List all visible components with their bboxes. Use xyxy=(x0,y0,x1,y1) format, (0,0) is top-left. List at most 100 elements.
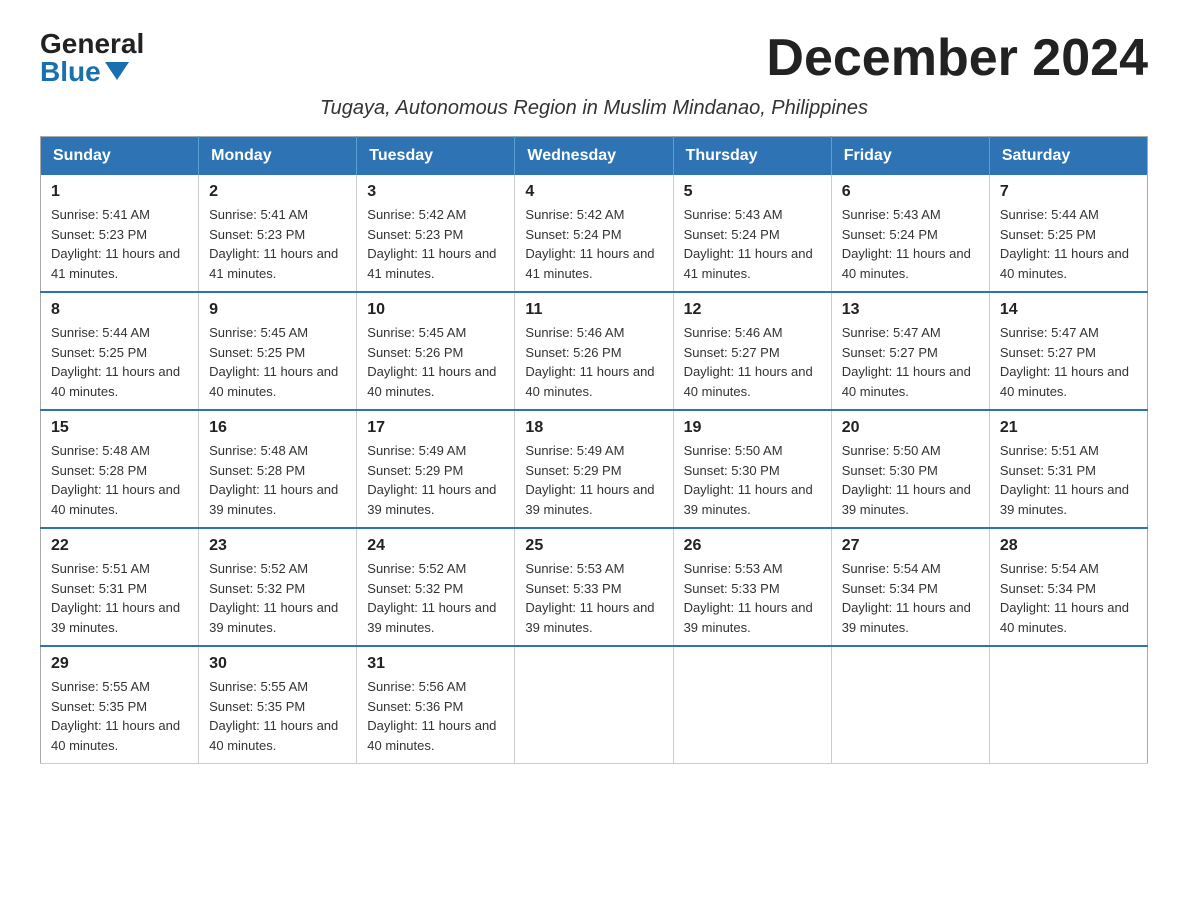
day-number: 8 xyxy=(51,301,188,319)
day-number: 23 xyxy=(209,537,346,555)
day-number: 18 xyxy=(525,419,662,437)
day-info: Sunrise: 5:44 AM Sunset: 5:25 PM Dayligh… xyxy=(1000,205,1137,283)
calendar-cell: 19 Sunrise: 5:50 AM Sunset: 5:30 PM Dayl… xyxy=(673,410,831,528)
calendar-header-wednesday: Wednesday xyxy=(515,137,673,176)
day-info: Sunrise: 5:50 AM Sunset: 5:30 PM Dayligh… xyxy=(684,441,821,519)
day-info: Sunrise: 5:43 AM Sunset: 5:24 PM Dayligh… xyxy=(684,205,821,283)
calendar-cell: 21 Sunrise: 5:51 AM Sunset: 5:31 PM Dayl… xyxy=(989,410,1147,528)
calendar-table: SundayMondayTuesdayWednesdayThursdayFrid… xyxy=(40,136,1148,764)
day-info: Sunrise: 5:41 AM Sunset: 5:23 PM Dayligh… xyxy=(209,205,346,283)
calendar-cell: 15 Sunrise: 5:48 AM Sunset: 5:28 PM Dayl… xyxy=(41,410,199,528)
calendar-week-row: 15 Sunrise: 5:48 AM Sunset: 5:28 PM Dayl… xyxy=(41,410,1148,528)
day-number: 29 xyxy=(51,655,188,673)
calendar-cell: 14 Sunrise: 5:47 AM Sunset: 5:27 PM Dayl… xyxy=(989,292,1147,410)
calendar-week-row: 22 Sunrise: 5:51 AM Sunset: 5:31 PM Dayl… xyxy=(41,528,1148,646)
day-number: 24 xyxy=(367,537,504,555)
calendar-cell: 8 Sunrise: 5:44 AM Sunset: 5:25 PM Dayli… xyxy=(41,292,199,410)
day-number: 14 xyxy=(1000,301,1137,319)
calendar-cell: 26 Sunrise: 5:53 AM Sunset: 5:33 PM Dayl… xyxy=(673,528,831,646)
day-info: Sunrise: 5:55 AM Sunset: 5:35 PM Dayligh… xyxy=(51,677,188,755)
day-number: 21 xyxy=(1000,419,1137,437)
calendar-cell xyxy=(989,646,1147,764)
page-header: General Blue December 2024 xyxy=(40,30,1148,87)
day-info: Sunrise: 5:53 AM Sunset: 5:33 PM Dayligh… xyxy=(684,559,821,637)
logo: General Blue xyxy=(40,30,144,86)
logo-general-text: General xyxy=(40,30,144,58)
page-title: December 2024 xyxy=(766,30,1148,87)
calendar-week-row: 29 Sunrise: 5:55 AM Sunset: 5:35 PM Dayl… xyxy=(41,646,1148,764)
calendar-cell: 18 Sunrise: 5:49 AM Sunset: 5:29 PM Dayl… xyxy=(515,410,673,528)
calendar-header-monday: Monday xyxy=(199,137,357,176)
calendar-cell: 29 Sunrise: 5:55 AM Sunset: 5:35 PM Dayl… xyxy=(41,646,199,764)
logo-triangle-icon xyxy=(105,62,129,80)
day-number: 4 xyxy=(525,183,662,201)
calendar-cell: 22 Sunrise: 5:51 AM Sunset: 5:31 PM Dayl… xyxy=(41,528,199,646)
calendar-cell: 10 Sunrise: 5:45 AM Sunset: 5:26 PM Dayl… xyxy=(357,292,515,410)
day-number: 25 xyxy=(525,537,662,555)
day-number: 22 xyxy=(51,537,188,555)
calendar-cell: 16 Sunrise: 5:48 AM Sunset: 5:28 PM Dayl… xyxy=(199,410,357,528)
day-number: 6 xyxy=(842,183,979,201)
calendar-cell: 20 Sunrise: 5:50 AM Sunset: 5:30 PM Dayl… xyxy=(831,410,989,528)
calendar-cell: 31 Sunrise: 5:56 AM Sunset: 5:36 PM Dayl… xyxy=(357,646,515,764)
day-info: Sunrise: 5:45 AM Sunset: 5:26 PM Dayligh… xyxy=(367,323,504,401)
day-info: Sunrise: 5:51 AM Sunset: 5:31 PM Dayligh… xyxy=(51,559,188,637)
day-number: 16 xyxy=(209,419,346,437)
day-number: 11 xyxy=(525,301,662,319)
day-info: Sunrise: 5:46 AM Sunset: 5:27 PM Dayligh… xyxy=(684,323,821,401)
day-info: Sunrise: 5:47 AM Sunset: 5:27 PM Dayligh… xyxy=(1000,323,1137,401)
day-number: 17 xyxy=(367,419,504,437)
calendar-cell: 23 Sunrise: 5:52 AM Sunset: 5:32 PM Dayl… xyxy=(199,528,357,646)
day-info: Sunrise: 5:55 AM Sunset: 5:35 PM Dayligh… xyxy=(209,677,346,755)
day-info: Sunrise: 5:56 AM Sunset: 5:36 PM Dayligh… xyxy=(367,677,504,755)
calendar-cell xyxy=(515,646,673,764)
day-info: Sunrise: 5:49 AM Sunset: 5:29 PM Dayligh… xyxy=(367,441,504,519)
calendar-cell: 27 Sunrise: 5:54 AM Sunset: 5:34 PM Dayl… xyxy=(831,528,989,646)
day-info: Sunrise: 5:51 AM Sunset: 5:31 PM Dayligh… xyxy=(1000,441,1137,519)
calendar-header-friday: Friday xyxy=(831,137,989,176)
day-info: Sunrise: 5:54 AM Sunset: 5:34 PM Dayligh… xyxy=(842,559,979,637)
calendar-week-row: 1 Sunrise: 5:41 AM Sunset: 5:23 PM Dayli… xyxy=(41,175,1148,292)
day-number: 19 xyxy=(684,419,821,437)
day-info: Sunrise: 5:46 AM Sunset: 5:26 PM Dayligh… xyxy=(525,323,662,401)
calendar-cell: 4 Sunrise: 5:42 AM Sunset: 5:24 PM Dayli… xyxy=(515,175,673,292)
day-number: 7 xyxy=(1000,183,1137,201)
day-number: 15 xyxy=(51,419,188,437)
day-info: Sunrise: 5:43 AM Sunset: 5:24 PM Dayligh… xyxy=(842,205,979,283)
day-info: Sunrise: 5:42 AM Sunset: 5:23 PM Dayligh… xyxy=(367,205,504,283)
calendar-cell: 28 Sunrise: 5:54 AM Sunset: 5:34 PM Dayl… xyxy=(989,528,1147,646)
calendar-cell: 5 Sunrise: 5:43 AM Sunset: 5:24 PM Dayli… xyxy=(673,175,831,292)
calendar-week-row: 8 Sunrise: 5:44 AM Sunset: 5:25 PM Dayli… xyxy=(41,292,1148,410)
calendar-cell xyxy=(831,646,989,764)
calendar-header-tuesday: Tuesday xyxy=(357,137,515,176)
calendar-cell: 30 Sunrise: 5:55 AM Sunset: 5:35 PM Dayl… xyxy=(199,646,357,764)
calendar-cell: 7 Sunrise: 5:44 AM Sunset: 5:25 PM Dayli… xyxy=(989,175,1147,292)
day-number: 31 xyxy=(367,655,504,673)
calendar-cell: 2 Sunrise: 5:41 AM Sunset: 5:23 PM Dayli… xyxy=(199,175,357,292)
day-info: Sunrise: 5:52 AM Sunset: 5:32 PM Dayligh… xyxy=(209,559,346,637)
day-number: 12 xyxy=(684,301,821,319)
calendar-cell: 12 Sunrise: 5:46 AM Sunset: 5:27 PM Dayl… xyxy=(673,292,831,410)
day-info: Sunrise: 5:48 AM Sunset: 5:28 PM Dayligh… xyxy=(51,441,188,519)
calendar-header-sunday: Sunday xyxy=(41,137,199,176)
day-info: Sunrise: 5:52 AM Sunset: 5:32 PM Dayligh… xyxy=(367,559,504,637)
calendar-cell: 6 Sunrise: 5:43 AM Sunset: 5:24 PM Dayli… xyxy=(831,175,989,292)
calendar-cell: 1 Sunrise: 5:41 AM Sunset: 5:23 PM Dayli… xyxy=(41,175,199,292)
calendar-cell: 9 Sunrise: 5:45 AM Sunset: 5:25 PM Dayli… xyxy=(199,292,357,410)
day-info: Sunrise: 5:44 AM Sunset: 5:25 PM Dayligh… xyxy=(51,323,188,401)
calendar-cell xyxy=(673,646,831,764)
day-number: 1 xyxy=(51,183,188,201)
day-number: 20 xyxy=(842,419,979,437)
calendar-cell: 17 Sunrise: 5:49 AM Sunset: 5:29 PM Dayl… xyxy=(357,410,515,528)
subtitle: Tugaya, Autonomous Region in Muslim Mind… xyxy=(40,97,1148,120)
calendar-cell: 24 Sunrise: 5:52 AM Sunset: 5:32 PM Dayl… xyxy=(357,528,515,646)
day-number: 30 xyxy=(209,655,346,673)
day-info: Sunrise: 5:45 AM Sunset: 5:25 PM Dayligh… xyxy=(209,323,346,401)
day-info: Sunrise: 5:42 AM Sunset: 5:24 PM Dayligh… xyxy=(525,205,662,283)
calendar-header-saturday: Saturday xyxy=(989,137,1147,176)
day-info: Sunrise: 5:49 AM Sunset: 5:29 PM Dayligh… xyxy=(525,441,662,519)
calendar-cell: 25 Sunrise: 5:53 AM Sunset: 5:33 PM Dayl… xyxy=(515,528,673,646)
day-number: 28 xyxy=(1000,537,1137,555)
day-number: 2 xyxy=(209,183,346,201)
day-info: Sunrise: 5:47 AM Sunset: 5:27 PM Dayligh… xyxy=(842,323,979,401)
